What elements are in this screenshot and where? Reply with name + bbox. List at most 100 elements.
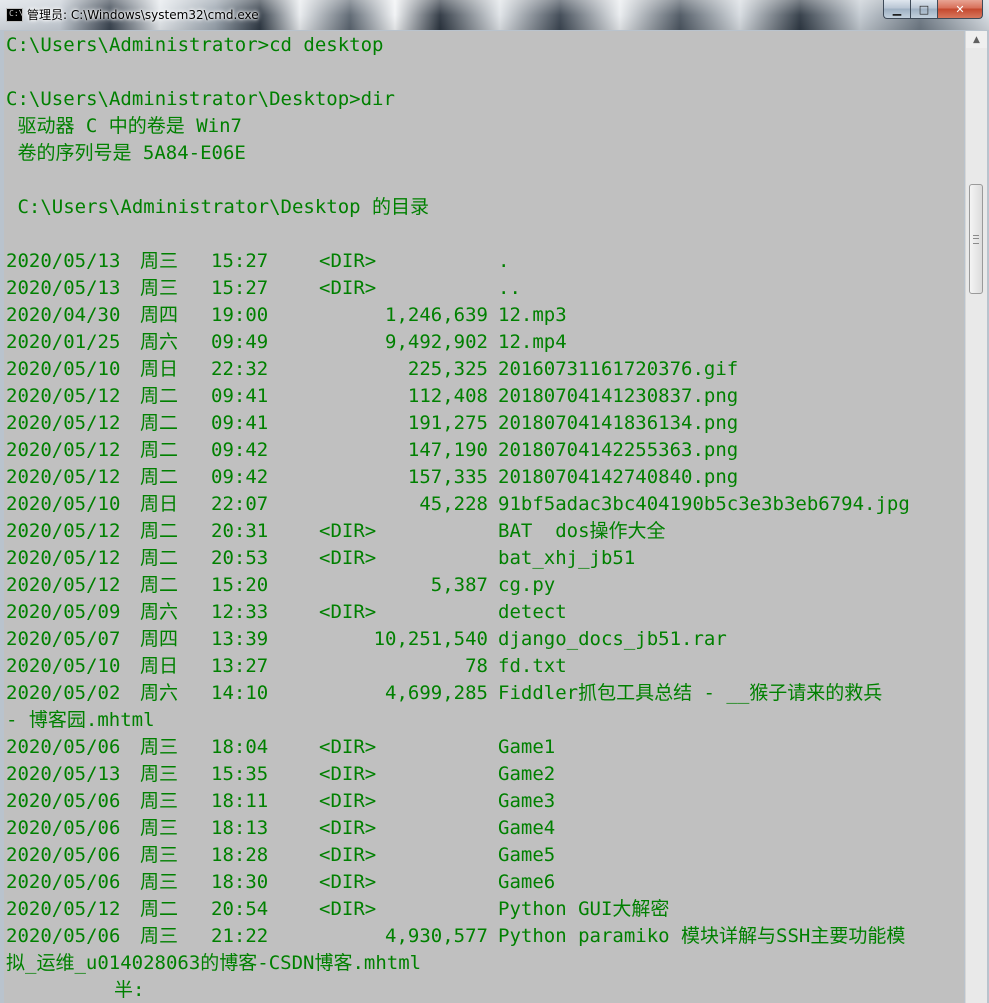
entry-dir-flag: <DIR> [319, 547, 377, 569]
entry-time: 12:33 [211, 601, 269, 623]
entry-date: 2020/05/13 [6, 277, 121, 299]
entry-weekday: 周四 [140, 304, 179, 326]
entry-time: 14:10 [211, 682, 269, 704]
entry-weekday: 周二 [140, 898, 179, 920]
entry-date: 2020/05/10 [6, 493, 121, 515]
entry-time: 18:11 [211, 790, 269, 812]
scroll-up-icon[interactable]: ▲ [966, 31, 987, 48]
entry-weekday: 周二 [140, 466, 179, 488]
dir-entry-row: 2020/05/12 周二 20:54 <DIR> Python GUI大解密 [6, 896, 964, 923]
scrollbar-thumb[interactable] [969, 184, 983, 294]
entry-size: 9,492,902 [385, 331, 488, 353]
entry-weekday: 周三 [140, 817, 179, 839]
dir-entry-row: 2020/05/12 周二 20:53 <DIR> bat_xhj_jb51 [6, 545, 964, 572]
entry-time: 09:42 [211, 439, 269, 461]
entry-name: Game1 [498, 736, 556, 758]
entry-dir-flag: <DIR> [319, 763, 377, 785]
dir-entry-row: 2020/05/12 周二 15:20 5,387 cg.py [6, 572, 964, 599]
entry-name: BAT dos操作大全 [498, 520, 666, 542]
entry-time: 18:30 [211, 871, 269, 893]
dir-entry-row: 2020/05/13 周三 15:35 <DIR> Game2 [6, 761, 964, 788]
entry-time: 21:22 [211, 925, 269, 947]
entry-size: 225,325 [407, 358, 488, 380]
cmd-icon[interactable]: C:\ [6, 8, 23, 22]
entry-time: 15:35 [211, 763, 269, 785]
entry-name: Python GUI大解密 [498, 898, 670, 920]
entry-date: 2020/05/12 [6, 574, 121, 596]
entry-time: 15:20 [211, 574, 269, 596]
entry-time: 18:04 [211, 736, 269, 758]
entry-date: 2020/05/13 [6, 763, 121, 785]
entry-weekday: 周二 [140, 574, 179, 596]
entry-date: 2020/05/12 [6, 412, 121, 434]
entry-name: Game3 [498, 790, 556, 812]
entry-dir-flag: <DIR> [319, 601, 377, 623]
entry-time: 20:31 [211, 520, 269, 542]
entry-dir-flag: <DIR> [319, 844, 377, 866]
entry-weekday: 周四 [140, 628, 179, 650]
entry-name: Game4 [498, 817, 556, 839]
entry-size: 78 [465, 655, 488, 677]
dir-entry-row: 2020/01/25 周六 09:49 9,492,902 12.mp4 [6, 329, 964, 356]
entry-date: 2020/05/06 [6, 871, 121, 893]
dir-entry-row: 2020/05/06 周三 18:11 <DIR> Game3 [6, 788, 964, 815]
dir-entry-row: 2020/05/02 周六 14:10 4,699,285 Fiddler抓包工具总结 … [6, 680, 964, 707]
close-button[interactable]: ✕ [937, 0, 983, 19]
entry-name: bat_xhj_jb51 [498, 547, 636, 569]
entry-date: 2020/05/10 [6, 358, 121, 380]
entry-name: Game6 [498, 871, 556, 893]
entry-time: 13:27 [211, 655, 269, 677]
entry-size: 112,408 [407, 385, 488, 407]
entry-name: . [498, 250, 510, 272]
dir-entry-row: 2020/04/30 周四 19:00 1,246,639 12.mp3 [6, 302, 964, 329]
entry-time: 09:41 [211, 412, 269, 434]
entry-date: 2020/05/12 [6, 898, 121, 920]
entry-size: 5,387 [430, 574, 488, 596]
entry-dir-flag: <DIR> [319, 871, 377, 893]
console-line: C:\Users\Administrator>cd desktop [6, 34, 384, 56]
entry-time: 09:42 [211, 466, 269, 488]
entry-time: 09:41 [211, 385, 269, 407]
entry-weekday: 周三 [140, 844, 179, 866]
entry-dir-flag: <DIR> [319, 250, 377, 272]
minimize-button[interactable]: ▁ [883, 0, 910, 19]
entry-date: 2020/05/10 [6, 655, 121, 677]
entry-weekday: 周三 [140, 925, 179, 947]
console-output[interactable]: C:\Users\Administrator>cd desktop C:\User… [4, 31, 964, 1003]
entry-weekday: 周三 [140, 250, 179, 272]
dir-entry-row: 2020/05/06 周三 18:13 <DIR> Game4 [6, 815, 964, 842]
vertical-scrollbar[interactable]: ▲ [965, 31, 987, 1003]
window-title: 管理员: C:\Windows\system32\cmd.exe [27, 8, 259, 22]
entry-weekday: 周三 [140, 277, 179, 299]
entry-size: 147,190 [407, 439, 488, 461]
entry-date: 2020/05/06 [6, 790, 121, 812]
dir-entry-row: 2020/05/13 周三 15:27 <DIR>. [6, 248, 964, 275]
dir-entry-row: 2020/05/06 周三 18:30 <DIR> Game6 [6, 869, 964, 896]
entry-date: 2020/05/12 [6, 385, 121, 407]
console-line: 驱动器 C 中的卷是 Win7 [6, 115, 242, 137]
entry-date: 2020/05/12 [6, 439, 121, 461]
entry-name: Fiddler抓包工具总结 - __猴子请来的救兵 [498, 682, 883, 704]
dir-entry-row: 2020/05/06 周三 18:04 <DIR> Game1 [6, 734, 964, 761]
entry-weekday: 周六 [140, 331, 179, 353]
entry-date: 2020/05/06 [6, 736, 121, 758]
entry-weekday: 周二 [140, 412, 179, 434]
dir-entry-row: 2020/05/10 周日 22:32 225,325 2016073116172037… [6, 356, 964, 383]
entry-date: 2020/05/07 [6, 628, 121, 650]
entry-weekday: 周日 [140, 493, 179, 515]
entry-weekday: 周六 [140, 601, 179, 623]
entry-date: 2020/05/06 [6, 817, 121, 839]
title-bar[interactable]: C:\ 管理员: C:\Windows\system32\cmd.exe ▁ □… [0, 0, 989, 30]
entry-name: 12.mp3 [498, 304, 567, 326]
console-line: 卷的序列号是 5A84-E06E [6, 142, 246, 164]
entry-size: 45,228 [419, 493, 488, 515]
entry-dir-flag: <DIR> [319, 520, 377, 542]
ime-status-text: 半: [114, 979, 145, 1001]
entry-size: 191,275 [407, 412, 488, 434]
entry-weekday: 周日 [140, 655, 179, 677]
entry-dir-flag: <DIR> [319, 790, 377, 812]
entry-time: 09:49 [211, 331, 269, 353]
entry-date: 2020/05/12 [6, 466, 121, 488]
maximize-button[interactable]: □ [910, 0, 937, 19]
dir-entry-row: 2020/05/12 周二 09:41 112,408 2018070414123083… [6, 383, 964, 410]
